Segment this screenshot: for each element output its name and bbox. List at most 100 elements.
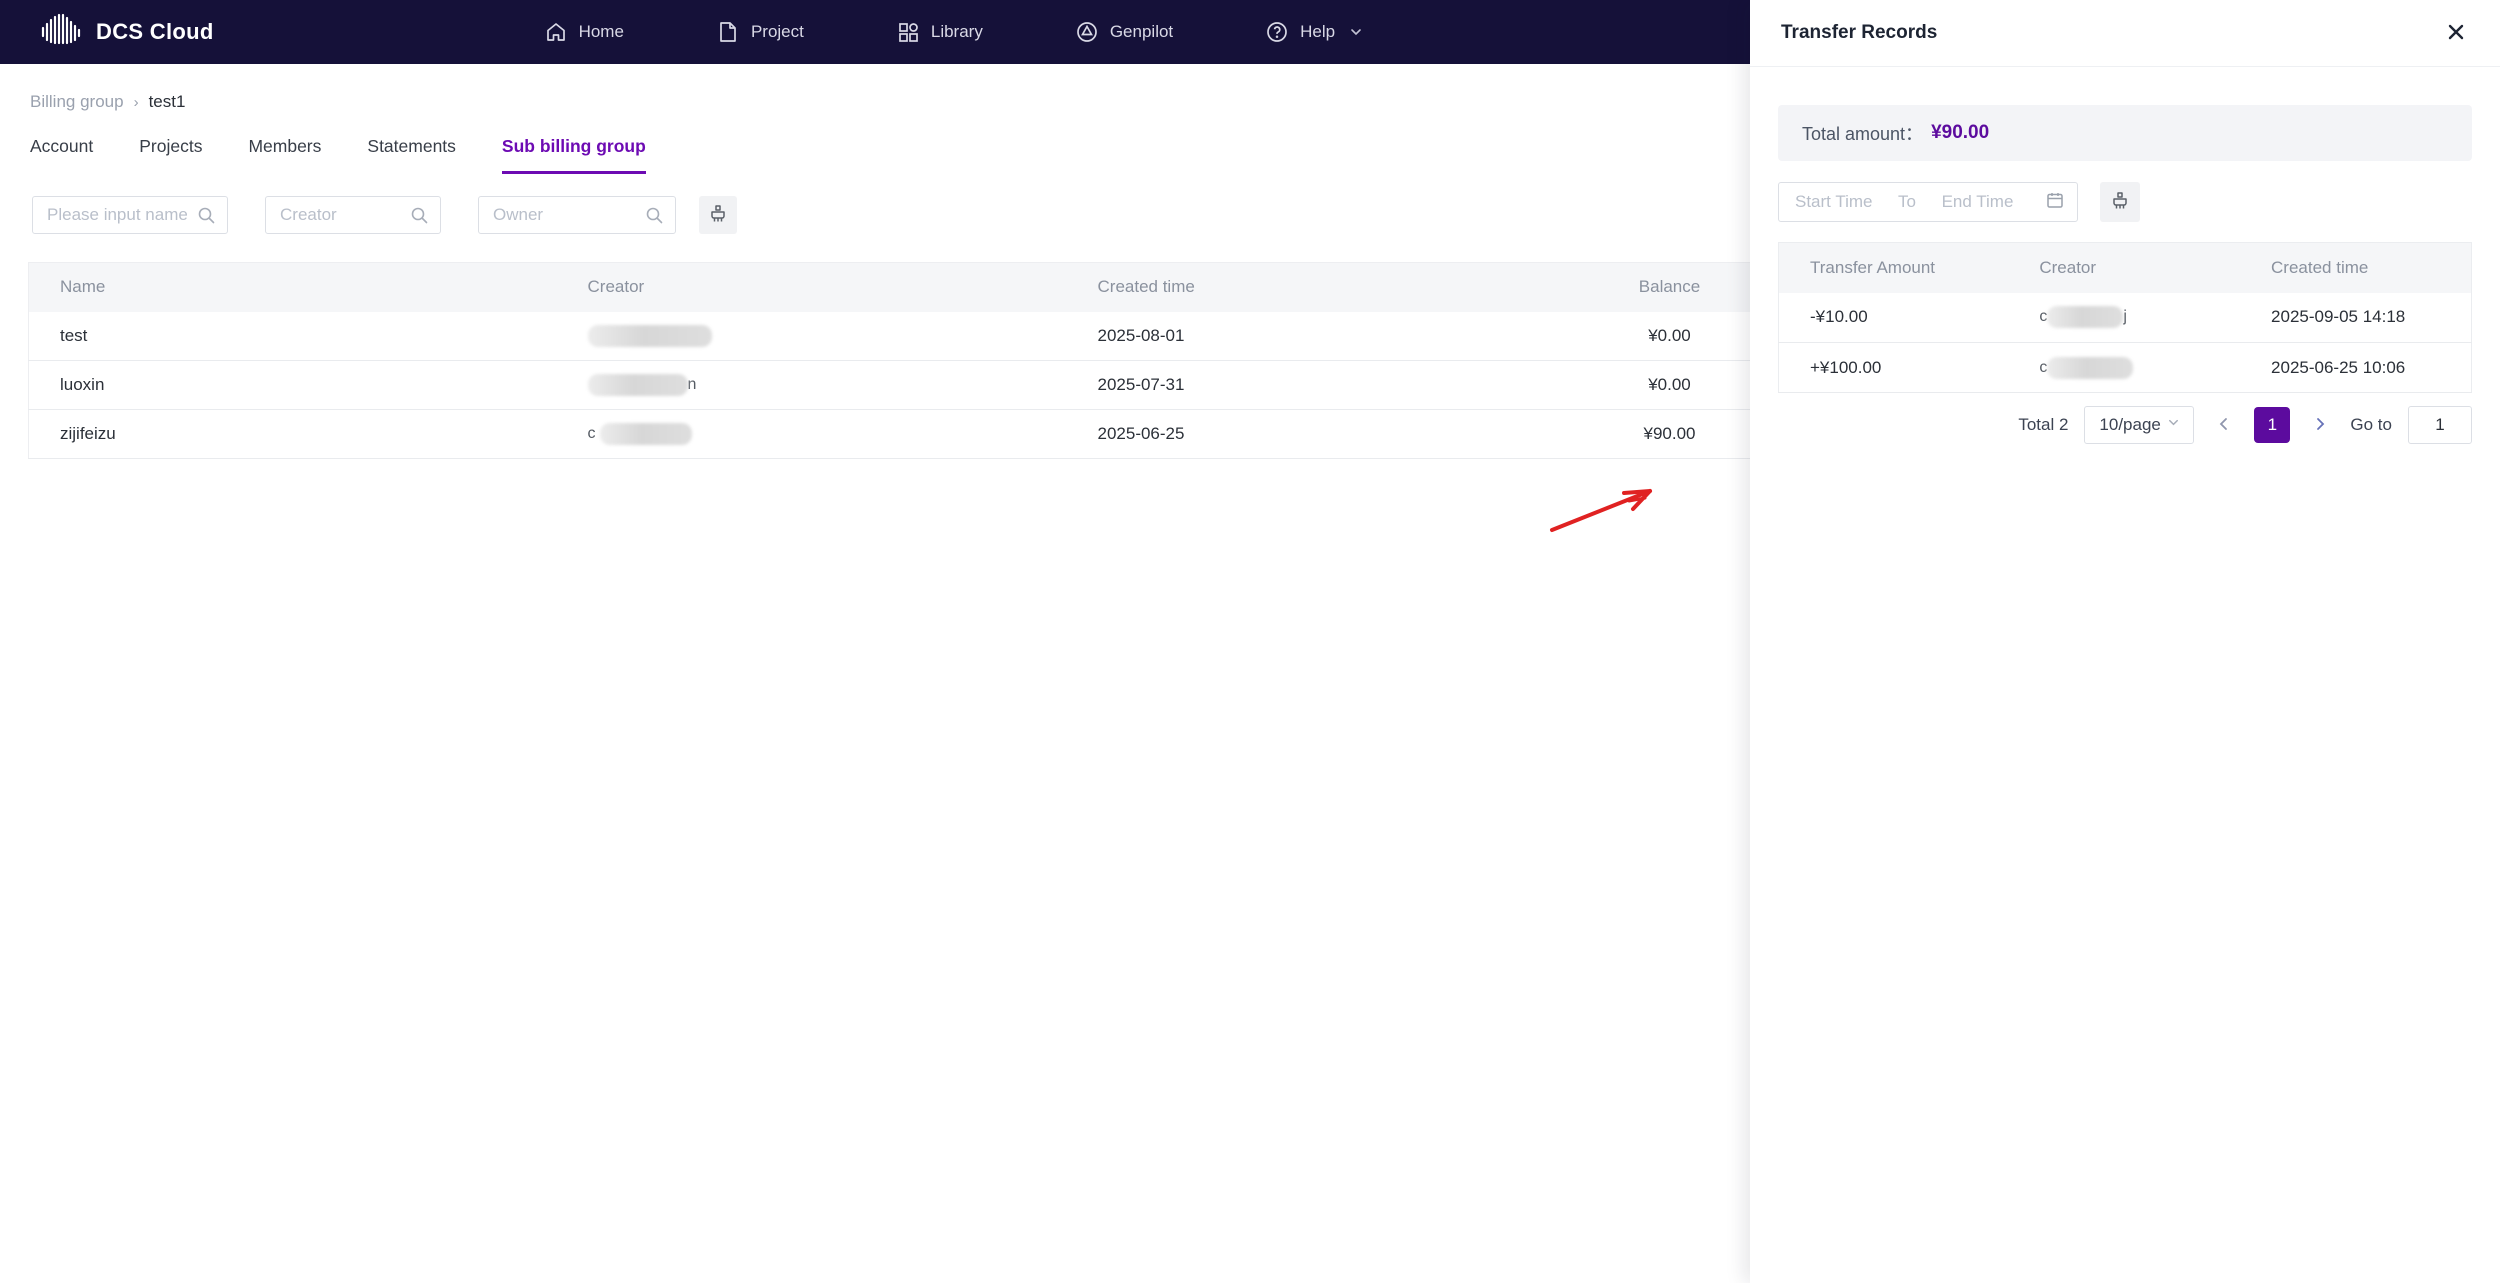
clear-filters-button[interactable] <box>699 196 737 234</box>
nav-item-label: Home <box>578 22 624 41</box>
redacted-creator <box>600 423 693 445</box>
creator-fragment: n <box>687 376 697 393</box>
drawer-title: Transfer Records <box>1781 22 1938 43</box>
goto-label: Go to <box>2350 415 2392 434</box>
previous-page-button[interactable] <box>2210 412 2238 439</box>
name-search <box>32 196 228 234</box>
tab-account[interactable]: Account <box>30 136 93 174</box>
drawer-header: Transfer Records <box>1750 0 2500 67</box>
nav-items: Home Project Library Genpilot Help <box>544 20 1365 44</box>
col-transfer-amount: Transfer Amount <box>1778 242 2027 293</box>
close-button[interactable] <box>2442 18 2470 49</box>
close-icon <box>2446 22 2466 45</box>
col-balance: Balance <box>1588 262 1751 312</box>
redacted-creator <box>587 324 712 347</box>
creator-fragment: c <box>2039 308 2048 326</box>
creator-search <box>265 196 441 234</box>
cell-created-time: 2025-06-25 10:06 <box>2259 342 2472 393</box>
col-creator: Creator <box>558 262 1089 312</box>
document-icon <box>716 20 740 44</box>
chevron-down-icon <box>1348 24 1364 40</box>
table-row[interactable]: -¥10.00 c j 2025-09-05 14:18 <box>1778 292 2472 343</box>
cell-created-time: 2025-06-25 <box>1088 409 1589 459</box>
date-range-picker[interactable]: Start Time To End Time <box>1778 182 2078 222</box>
cell-transfer-amount: -¥10.00 <box>1778 292 2027 343</box>
red-annotation-arrow <box>1550 489 1652 532</box>
cell-created-time: 2025-09-05 14:18 <box>2259 292 2472 343</box>
broom-icon <box>707 203 729 228</box>
col-created-time: Created time <box>1088 262 1589 312</box>
tab-members[interactable]: Members <box>248 136 321 174</box>
nav-item-label: Genpilot <box>1109 22 1174 41</box>
page-size-select[interactable]: 10/page <box>2084 406 2195 444</box>
breadcrumb: Billing group › test1 <box>30 92 1750 112</box>
cell-name: luoxin <box>28 360 559 410</box>
calendar-icon <box>2045 190 2065 215</box>
clear-date-filter-button[interactable] <box>2100 182 2140 222</box>
cell-creator-redacted: n <box>558 360 1089 410</box>
transfer-records-table: Transfer Amount Creator Created time -¥1… <box>1778 242 2472 393</box>
creator-fragment: c <box>587 425 596 442</box>
cell-balance: ¥0.00 <box>1588 360 1751 410</box>
cell-created-time: 2025-08-01 <box>1088 311 1589 361</box>
filter-row <box>32 196 1750 234</box>
help-icon <box>1265 20 1289 44</box>
nav-item-help[interactable]: Help <box>1265 20 1364 44</box>
table-row[interactable]: test 2025-08-01 ¥0.00 <box>28 311 1751 361</box>
col-creator: Creator <box>2026 242 2260 293</box>
creator-fragment: c <box>2039 358 2048 376</box>
table-row[interactable]: luoxin n 2025-07-31 ¥0.00 <box>28 360 1751 410</box>
tab-projects[interactable]: Projects <box>139 136 202 174</box>
home-icon <box>544 20 568 44</box>
nav-item-home[interactable]: Home <box>544 20 624 44</box>
breadcrumb-parent[interactable]: Billing group <box>30 92 124 112</box>
table-header-row: Transfer Amount Creator Created time <box>1778 242 2472 293</box>
chevron-down-icon <box>2166 415 2181 435</box>
brand-name: DCS Cloud <box>96 19 214 44</box>
nav-item-label: Project <box>750 22 804 41</box>
transfer-records-drawer: Transfer Records Total amount： ¥90.00 St… <box>1750 0 2500 1283</box>
goto-page-input[interactable] <box>2408 406 2472 444</box>
search-icon <box>645 206 664 230</box>
cell-name: zijifeizu <box>28 409 559 459</box>
broom-icon <box>2109 190 2131 215</box>
col-name: Name <box>28 262 559 312</box>
search-icon <box>197 206 216 230</box>
cell-name: test <box>28 311 559 361</box>
pagination: Total 2 10/page 1 Go to <box>1778 406 2472 444</box>
nav-item-project[interactable]: Project <box>716 20 804 44</box>
start-time-placeholder: Start Time <box>1795 192 1873 211</box>
creator-fragment: j <box>2123 308 2127 326</box>
page-number-current[interactable]: 1 <box>2254 407 2291 443</box>
cell-creator-redacted: c <box>558 409 1089 459</box>
cell-transfer-amount: +¥100.00 <box>1778 342 2027 393</box>
total-amount-box: Total amount： ¥90.00 <box>1778 105 2472 161</box>
breadcrumb-separator: › <box>133 93 139 111</box>
total-amount-value: ¥90.00 <box>1931 122 1990 143</box>
genpilot-icon <box>1075 20 1099 44</box>
next-page-button[interactable] <box>2306 412 2334 439</box>
redacted-creator <box>2047 356 2134 379</box>
tab-sub-billing-group[interactable]: Sub billing group <box>501 136 646 174</box>
nav-item-library[interactable]: Library <box>896 20 983 44</box>
table-row[interactable]: zijifeizu c 2025-06-25 ¥90.00 <box>28 409 1751 459</box>
tab-bar: Account Projects Members Statements Sub … <box>30 136 1750 174</box>
table-row[interactable]: +¥100.00 c 2025-06-25 10:06 <box>1778 342 2472 393</box>
end-time-placeholder: End Time <box>1941 192 2014 211</box>
page-size-value: 10/page <box>2099 415 2161 434</box>
total-amount-label: Total amount： <box>1802 124 1924 144</box>
billing-group-table: Name Creator Created time Balance test 2… <box>28 262 1751 459</box>
grid-icon <box>896 20 920 44</box>
nav-item-genpilot[interactable]: Genpilot <box>1075 20 1173 44</box>
brand[interactable]: DCS Cloud <box>40 13 214 52</box>
search-icon <box>410 206 429 230</box>
col-created-time: Created time <box>2259 242 2472 293</box>
nav-item-label: Help <box>1300 22 1336 41</box>
tab-statements[interactable]: Statements <box>367 136 456 174</box>
cell-creator-redacted: c <box>2026 342 2260 393</box>
breadcrumb-current: test1 <box>148 92 186 111</box>
pagination-total: Total 2 <box>2018 415 2069 434</box>
owner-search <box>478 196 676 234</box>
cell-balance: ¥90.00 <box>1588 409 1751 459</box>
date-range-separator: To <box>1898 192 1917 211</box>
